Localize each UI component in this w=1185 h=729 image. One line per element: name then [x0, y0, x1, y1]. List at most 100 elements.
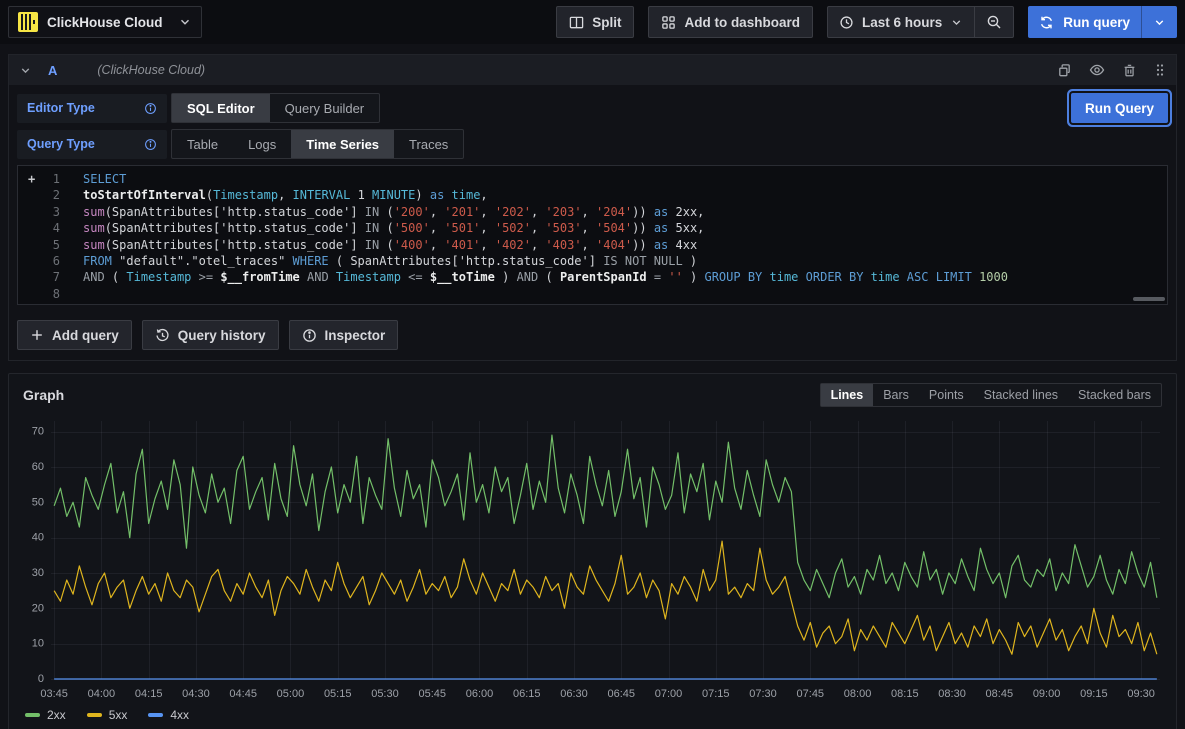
query-editor-panel: A (ClickHouse Cloud) Editor Type: [8, 54, 1177, 361]
info-circle-icon: [302, 328, 317, 343]
add-line-icon[interactable]: +: [28, 171, 35, 187]
graph-panel-header: Graph Lines Bars Points Stacked lines St…: [9, 374, 1176, 409]
query-type-group: Table Logs Time Series Traces: [171, 129, 464, 159]
chevron-down-icon: [950, 16, 963, 29]
line-number: 7: [18, 269, 60, 285]
chevron-down-icon: [178, 15, 192, 29]
tab-logs[interactable]: Logs: [233, 130, 291, 158]
tab-table[interactable]: Table: [172, 130, 233, 158]
tab-query-builder[interactable]: Query Builder: [270, 94, 379, 122]
info-icon[interactable]: [144, 102, 157, 115]
split-button[interactable]: Split: [556, 6, 634, 38]
run-query-main[interactable]: Run query: [1028, 6, 1141, 38]
add-to-dashboard-button[interactable]: Add to dashboard: [648, 6, 813, 38]
graph-style-toggle: Lines Bars Points Stacked lines Stacked …: [820, 383, 1162, 407]
time-range-label: Last 6 hours: [862, 15, 942, 30]
query-type-field-label: Query Type: [17, 130, 167, 159]
legend-item-4xx[interactable]: 4xx: [148, 708, 189, 722]
legend-swatch-4xx: [148, 713, 163, 717]
horizontal-scrollbar[interactable]: [1133, 297, 1165, 301]
line-number: 3: [18, 204, 60, 220]
graph-panel-title: Graph: [23, 387, 64, 403]
datasource-label: ClickHouse Cloud: [47, 15, 169, 30]
disable-query-eye-icon[interactable]: [1089, 62, 1105, 78]
query-history-label: Query history: [178, 328, 266, 343]
run-query-label: Run query: [1063, 15, 1130, 30]
legend-label-5xx: 5xx: [109, 708, 128, 722]
legend-swatch-5xx: [87, 713, 102, 717]
style-stacked-lines[interactable]: Stacked lines: [974, 384, 1068, 406]
inspector-label: Inspector: [325, 328, 386, 343]
zoom-out-time-button[interactable]: [974, 7, 1013, 37]
delete-query-trash-icon[interactable]: [1122, 63, 1137, 78]
inspector-button[interactable]: Inspector: [289, 320, 399, 350]
query-type-label: Query Type: [27, 137, 95, 151]
style-stacked-bars[interactable]: Stacked bars: [1068, 384, 1161, 406]
editor-type-row: Editor Type SQL Editor Query Builder Run…: [17, 93, 1168, 123]
search-minus-icon: [986, 14, 1002, 30]
sql-code: +1SELECT2toStartOfInterval(Timestamp, IN…: [18, 171, 1167, 302]
legend-label-4xx: 4xx: [170, 708, 189, 722]
style-lines[interactable]: Lines: [821, 384, 874, 406]
style-points[interactable]: Points: [919, 384, 974, 406]
plus-icon: [30, 328, 44, 342]
explore-toolbar: ClickHouse Cloud Split Add to dashboard …: [0, 0, 1185, 44]
duplicate-query-icon[interactable]: [1057, 63, 1072, 78]
timeseries-chart[interactable]: [17, 411, 1168, 705]
line-number: 4: [18, 220, 60, 236]
editor-type-label: Editor Type: [27, 101, 95, 115]
apps-grid-icon: [661, 15, 676, 30]
query-row-header[interactable]: A (ClickHouse Cloud): [9, 55, 1176, 85]
code-line-3[interactable]: 3sum(SpanAttributes['http.status_code'] …: [18, 204, 1167, 220]
split-label: Split: [592, 15, 621, 30]
query-footer-buttons: Add query Query history Inspector: [17, 320, 1168, 350]
query-ref-label[interactable]: A: [48, 63, 57, 78]
query-row-actions: [1057, 62, 1166, 78]
chevron-down-icon: [1153, 16, 1166, 29]
legend-swatch-2xx: [25, 713, 40, 717]
tab-sql-editor[interactable]: SQL Editor: [172, 94, 270, 122]
add-query-button[interactable]: Add query: [17, 320, 132, 350]
line-number: 5: [18, 237, 60, 253]
line-number: 1: [18, 171, 60, 187]
query-type-row: Query Type Table Logs Time Series Traces: [17, 129, 1168, 159]
code-line-2[interactable]: 2toStartOfInterval(Timestamp, INTERVAL 1…: [18, 187, 1167, 203]
run-query-panel-button[interactable]: Run Query: [1071, 93, 1168, 123]
editor-type-group: SQL Editor Query Builder: [171, 93, 380, 123]
history-icon: [155, 328, 170, 343]
legend-label-2xx: 2xx: [47, 708, 66, 722]
legend-item-5xx[interactable]: 5xx: [87, 708, 128, 722]
graph-panel: Graph Lines Bars Points Stacked lines St…: [8, 373, 1177, 729]
tab-traces[interactable]: Traces: [394, 130, 463, 158]
sync-icon: [1039, 15, 1054, 30]
line-number: 2: [18, 187, 60, 203]
line-number: 6: [18, 253, 60, 269]
sql-code-editor[interactable]: +1SELECT2toStartOfInterval(Timestamp, IN…: [17, 165, 1168, 305]
tab-time-series[interactable]: Time Series: [291, 130, 394, 158]
code-line-8[interactable]: 8: [18, 286, 1167, 302]
clickhouse-logo-icon: [18, 12, 38, 32]
run-query-toolbar-button: Run query: [1028, 6, 1177, 38]
legend-item-2xx[interactable]: 2xx: [25, 708, 66, 722]
code-line-4[interactable]: 4sum(SpanAttributes['http.status_code'] …: [18, 220, 1167, 236]
datasource-picker[interactable]: ClickHouse Cloud: [8, 6, 202, 38]
collapse-chevron-icon[interactable]: [19, 64, 32, 77]
code-line-7[interactable]: 7AND ( Timestamp >= $__fromTime AND Time…: [18, 269, 1167, 285]
code-line-6[interactable]: 6FROM "default"."otel_traces" WHERE ( Sp…: [18, 253, 1167, 269]
query-editor-body: Editor Type SQL Editor Query Builder Run…: [9, 85, 1176, 360]
code-line-5[interactable]: 5sum(SpanAttributes['http.status_code'] …: [18, 237, 1167, 253]
line-number: 8: [18, 286, 60, 302]
clock-icon: [839, 15, 854, 30]
add-to-dashboard-label: Add to dashboard: [684, 15, 800, 30]
code-line-1[interactable]: +1SELECT: [18, 171, 1167, 187]
run-query-dropdown-caret[interactable]: [1141, 6, 1177, 38]
drag-handle-icon[interactable]: [1154, 63, 1166, 77]
style-bars[interactable]: Bars: [873, 384, 919, 406]
add-query-label: Add query: [52, 328, 119, 343]
split-icon: [569, 15, 584, 30]
query-datasource-hint: (ClickHouse Cloud): [97, 63, 205, 77]
info-icon[interactable]: [144, 138, 157, 151]
time-picker-group: Last 6 hours: [827, 6, 1014, 38]
time-range-button[interactable]: Last 6 hours: [828, 7, 974, 37]
query-history-button[interactable]: Query history: [142, 320, 279, 350]
